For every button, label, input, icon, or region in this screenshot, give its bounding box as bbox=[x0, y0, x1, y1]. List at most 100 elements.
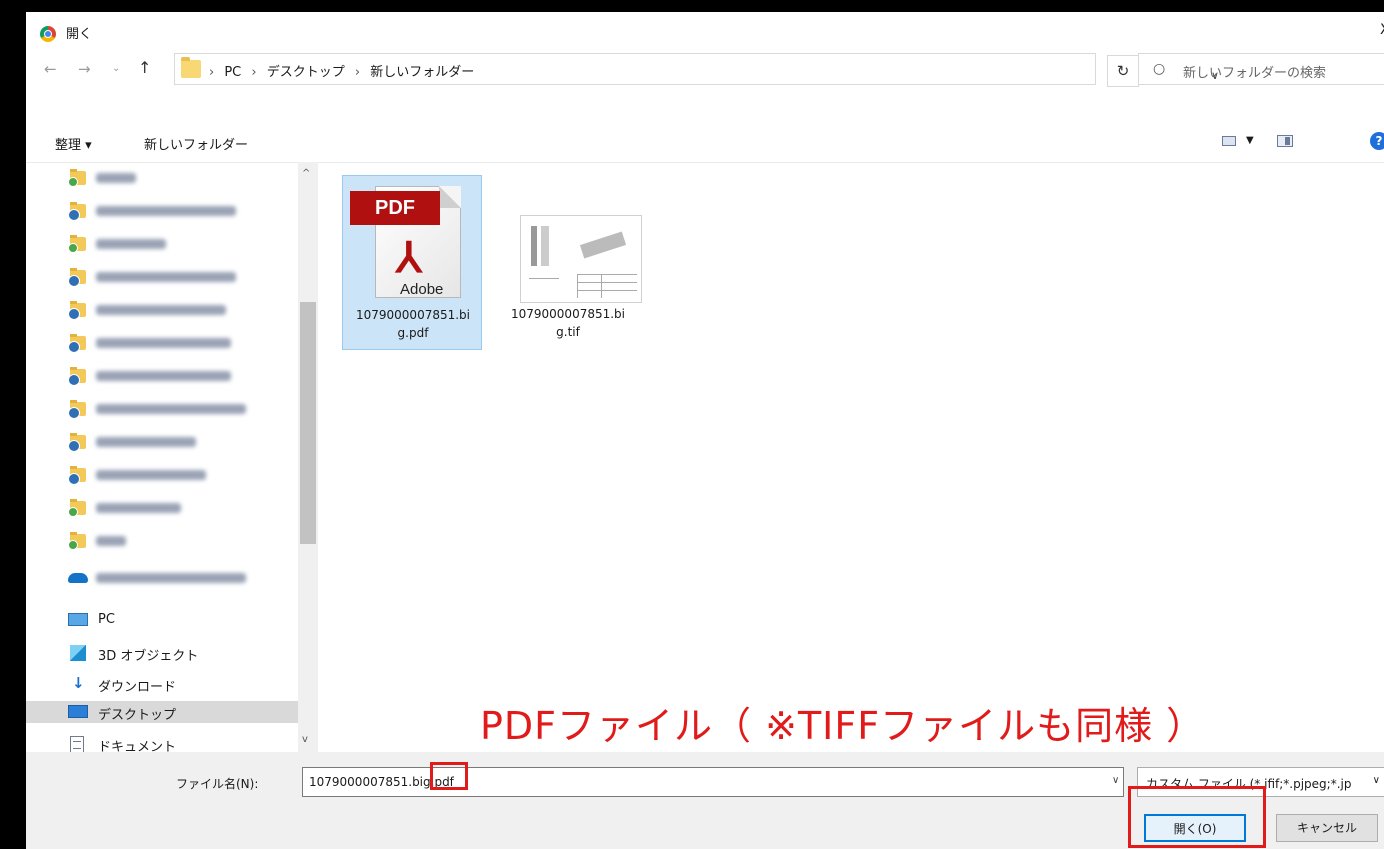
window-title: 開く bbox=[66, 27, 93, 42]
recent-locations-icon[interactable]: ⌄ bbox=[112, 63, 120, 74]
sidebar-item-hidden[interactable] bbox=[56, 266, 318, 288]
sidebar-item-hidden[interactable] bbox=[56, 431, 318, 453]
sidebar-item-hidden[interactable] bbox=[56, 530, 318, 552]
screen-border-top bbox=[0, 0, 1384, 12]
help-icon[interactable]: ? bbox=[1370, 132, 1384, 150]
sidebar-item-hidden[interactable] bbox=[56, 464, 318, 486]
redacted-label bbox=[96, 206, 236, 216]
sidebar-item-documents[interactable]: ドキュメント bbox=[56, 733, 318, 752]
sidebar-item-hidden[interactable] bbox=[56, 299, 318, 321]
redacted-label bbox=[96, 437, 196, 447]
acrobat-logo-icon: ⅄ bbox=[396, 234, 422, 281]
search-icon: ○ bbox=[1153, 61, 1166, 77]
shared-folder-icon bbox=[68, 466, 86, 485]
command-bar: 整理 ▾ 新しいフォルダー ▼ ? bbox=[26, 122, 1384, 162]
file-item-pdf[interactable]: PDF ⅄ Adobe 1079000007851.bi g.pdf bbox=[342, 175, 482, 350]
adobe-label: Adobe bbox=[400, 281, 444, 298]
sidebar-item-label: ドキュメント bbox=[98, 740, 177, 752]
breadcrumb: › PC › デスクトップ › 新しいフォルダー bbox=[209, 61, 480, 80]
sidebar-item-onedrive[interactable] bbox=[56, 567, 318, 589]
breadcrumb-desktop[interactable]: デスクトップ bbox=[267, 65, 345, 80]
file-name: 1079000007851.bi g.pdf bbox=[355, 308, 471, 340]
folder-icon bbox=[68, 532, 86, 550]
onedrive-icon bbox=[68, 573, 88, 583]
pdf-badge: PDF bbox=[350, 191, 440, 225]
annotation-callout: PDFファイル（ ※TIFFファイルも同様 ） bbox=[480, 704, 1206, 748]
address-row: ← → ⌄ ↑ › PC › デスクトップ › 新しいフォルダー ∨ ↻ ○ 新… bbox=[26, 46, 1384, 90]
filename-label: ファイル名(N): bbox=[176, 777, 259, 791]
shared-folder-icon bbox=[68, 202, 86, 221]
sidebar-item-hidden[interactable] bbox=[56, 167, 318, 189]
sidebar-item-3d-objects[interactable]: 3D オブジェクト bbox=[56, 642, 318, 664]
refresh-button[interactable]: ↻ bbox=[1107, 55, 1139, 87]
redacted-label bbox=[96, 272, 236, 282]
breadcrumb-separator: › bbox=[354, 65, 361, 80]
shared-folder-icon bbox=[68, 268, 86, 287]
folder-icon bbox=[68, 235, 86, 253]
redacted-label bbox=[96, 404, 246, 414]
download-icon: ↓ bbox=[72, 674, 85, 692]
tif-thumbnail bbox=[520, 215, 642, 303]
pc-icon bbox=[68, 613, 88, 626]
screen-border-left bbox=[0, 0, 26, 849]
scroll-down-icon[interactable]: v bbox=[302, 734, 308, 745]
chrome-icon bbox=[40, 26, 56, 42]
sidebar-item-label: 3D オブジェクト bbox=[98, 649, 199, 664]
view-options-caret-icon[interactable]: ▼ bbox=[1246, 135, 1254, 146]
chevron-down-icon: ∨ bbox=[1372, 775, 1380, 786]
folder-icon bbox=[68, 499, 86, 517]
redacted-label bbox=[96, 305, 226, 315]
breadcrumb-pc[interactable]: PC bbox=[224, 65, 241, 80]
title-bar: 開く X bbox=[26, 12, 1384, 46]
sidebar-item-downloads[interactable]: ↓ ダウンロード bbox=[56, 673, 318, 695]
search-placeholder: 新しいフォルダーの検索 bbox=[1183, 66, 1327, 81]
sidebar-item-pc[interactable]: PC bbox=[56, 609, 318, 631]
redacted-label bbox=[96, 503, 181, 513]
pdf-file-icon: PDF ⅄ Adobe bbox=[350, 186, 461, 298]
sidebar-item-label: デスクトップ bbox=[98, 708, 177, 723]
scrollbar-thumb[interactable] bbox=[300, 302, 316, 544]
scroll-up-icon[interactable]: ^ bbox=[302, 168, 310, 179]
redacted-label bbox=[96, 239, 166, 249]
navigation-pane: PC 3D オブジェクト ↓ ダウンロード デスクトップ ドキュメント bbox=[26, 162, 318, 752]
chevron-down-icon[interactable]: ∨ bbox=[1112, 775, 1119, 786]
documents-icon bbox=[70, 736, 84, 752]
search-input[interactable]: ○ 新しいフォルダーの検索 bbox=[1138, 53, 1384, 85]
back-icon[interactable]: ← bbox=[44, 60, 57, 78]
sidebar-item-hidden[interactable] bbox=[56, 332, 318, 354]
close-icon[interactable]: X bbox=[1380, 22, 1384, 38]
folder-icon bbox=[181, 57, 201, 78]
redacted-label bbox=[96, 173, 136, 183]
annotation-highlight-open-button bbox=[1128, 786, 1266, 848]
shared-folder-icon bbox=[68, 367, 86, 386]
file-name: 1079000007851.bi g.tif bbox=[510, 307, 626, 339]
breadcrumb-new-folder[interactable]: 新しいフォルダー bbox=[370, 65, 474, 80]
cancel-button[interactable]: キャンセル bbox=[1276, 814, 1378, 842]
file-item-tif[interactable]: 1079000007851.bi g.tif bbox=[498, 175, 642, 350]
redacted-label bbox=[96, 470, 206, 480]
redacted-label bbox=[96, 371, 231, 381]
sidebar-item-hidden[interactable] bbox=[56, 398, 318, 420]
forward-icon[interactable]: → bbox=[78, 60, 91, 78]
new-folder-button[interactable]: 新しいフォルダー bbox=[144, 134, 248, 153]
sidebar-item-hidden[interactable] bbox=[56, 365, 318, 387]
organize-button[interactable]: 整理 ▾ bbox=[55, 134, 92, 153]
3d-objects-icon bbox=[70, 645, 86, 661]
up-icon[interactable]: ↑ bbox=[138, 58, 151, 77]
sidebar-item-desktop[interactable]: デスクトップ bbox=[26, 701, 318, 723]
breadcrumb-separator: › bbox=[251, 65, 257, 80]
sidebar-item-hidden[interactable] bbox=[56, 233, 318, 255]
refresh-icon: ↻ bbox=[1116, 62, 1130, 80]
address-bar[interactable]: › PC › デスクトップ › 新しいフォルダー ∨ bbox=[174, 53, 1219, 85]
shared-folder-icon bbox=[68, 301, 86, 320]
view-options-icon[interactable] bbox=[1222, 136, 1236, 146]
sidebar-item-hidden[interactable] bbox=[56, 497, 318, 519]
sidebar-item-hidden[interactable] bbox=[56, 200, 318, 222]
preview-pane-icon[interactable] bbox=[1277, 135, 1293, 147]
filename-input[interactable]: 1079000007851.big.pdf bbox=[302, 767, 1124, 797]
navigation-scrollbar[interactable]: ^ v bbox=[298, 162, 318, 752]
redacted-label bbox=[96, 573, 246, 583]
redacted-label bbox=[96, 536, 126, 546]
redacted-label bbox=[96, 338, 231, 348]
shared-folder-icon bbox=[68, 400, 86, 419]
